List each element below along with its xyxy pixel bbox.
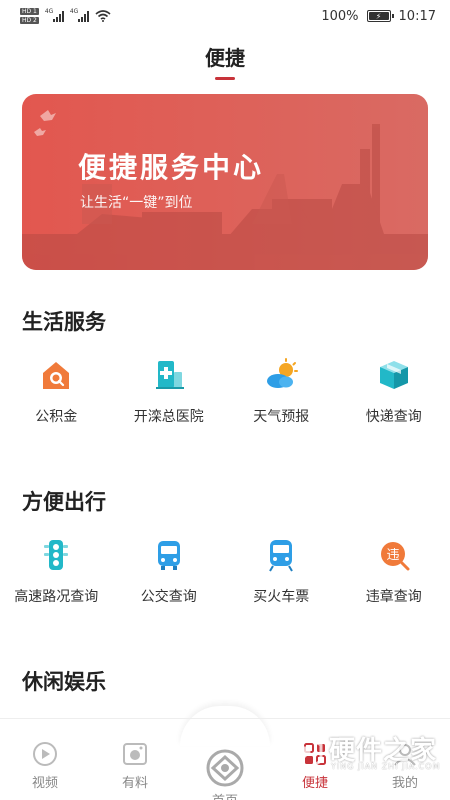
svg-text:违: 违 — [386, 548, 399, 563]
service-item-hospital[interactable]: 开滦总医院 — [113, 358, 226, 426]
status-left: HD 1 HD 2 4G 4G — [20, 7, 111, 25]
banner-subtitle: 让生活“一键”到位 — [80, 195, 193, 211]
service-item-train-ticket[interactable]: 买火车票 — [225, 538, 338, 606]
sim1-badge: HD 1 — [20, 8, 39, 15]
tab-video[interactable]: 视频 — [20, 740, 70, 791]
tab-label: 有料 — [121, 776, 148, 791]
train-icon — [264, 538, 298, 572]
service-label: 违章查询 — [365, 589, 422, 605]
service-item-express[interactable]: 快递查询 — [338, 358, 450, 426]
housing-fund-icon — [39, 358, 73, 392]
camera-icon — [121, 740, 149, 768]
section-title-leisure: 休闲娱乐 — [22, 670, 106, 694]
tab-bar-divider — [0, 718, 450, 719]
header: 便捷 — [0, 42, 450, 80]
clock: 10:17 — [398, 8, 436, 24]
weather-icon — [264, 358, 299, 392]
service-label: 高速路况查询 — [14, 589, 99, 605]
tab-label: 视频 — [31, 776, 58, 791]
tab-youliao[interactable]: 有料 — [110, 740, 160, 791]
home-logo-icon — [206, 749, 244, 787]
violation-icon: 违 — [377, 538, 411, 572]
section-title-life-services: 生活服务 — [22, 310, 106, 334]
service-item-housing-fund[interactable]: 公积金 — [0, 358, 113, 426]
bus-icon — [152, 538, 186, 572]
signal-icon: 4G — [44, 8, 64, 22]
travel-grid: 高速路况查询 公交查询 买火车票 违 违章查询 — [0, 538, 450, 606]
tab-home[interactable]: 首页 — [200, 746, 250, 800]
banner-title: 便捷服务中心 — [78, 151, 265, 184]
service-label: 公交查询 — [140, 589, 197, 605]
service-label: 快递查询 — [365, 409, 422, 425]
network-type-1: 4G — [44, 8, 54, 15]
life-services-grid: 公积金 开滦总医院 天气预报 快递查询 — [0, 358, 450, 426]
tab-label: 首页 — [212, 790, 238, 800]
network-type-2: 4G — [69, 8, 79, 15]
tab-bar-bump — [180, 706, 270, 746]
watermark: 硬件之家 YING JIAN ZHI JIA.COM — [285, 728, 445, 778]
bird-icon — [34, 110, 56, 136]
hospital-icon — [152, 358, 186, 392]
service-item-violation[interactable]: 违 违章查询 — [338, 538, 450, 606]
service-item-highway[interactable]: 高速路况查询 — [0, 538, 113, 606]
page-title: 便捷 — [205, 46, 245, 70]
watermark-logo-icon — [287, 733, 323, 772]
service-label: 公积金 — [35, 409, 78, 425]
title-underline — [215, 77, 235, 80]
wifi-icon — [95, 10, 111, 22]
service-label: 开滦总医院 — [133, 409, 204, 425]
service-item-weather[interactable]: 天气预报 — [225, 358, 338, 426]
watermark-subtext: YING JIAN ZHI JIA.COM — [331, 762, 441, 771]
section-title-travel: 方便出行 — [22, 490, 106, 514]
sim2-badge: HD 2 — [20, 17, 39, 24]
package-icon — [377, 358, 411, 392]
service-banner[interactable]: 便捷服务中心 让生活“一键”到位 — [22, 94, 428, 270]
traffic-light-icon — [39, 538, 73, 572]
battery-percent: 100% — [321, 8, 359, 24]
service-item-bus[interactable]: 公交查询 — [113, 538, 226, 606]
charging-icon: ⚡ — [375, 11, 382, 21]
sim-indicators: HD 1 HD 2 — [20, 7, 39, 25]
battery-icon: ⚡ — [366, 10, 394, 22]
status-right: 100% ⚡ 10:17 — [321, 9, 436, 24]
signal-icon-2: 4G — [69, 8, 89, 22]
video-play-icon — [31, 740, 59, 768]
status-bar: HD 1 HD 2 4G 4G 100% ⚡ 10:17 — [0, 0, 450, 32]
service-label: 买火车票 — [253, 589, 310, 605]
service-label: 天气预报 — [253, 409, 310, 425]
